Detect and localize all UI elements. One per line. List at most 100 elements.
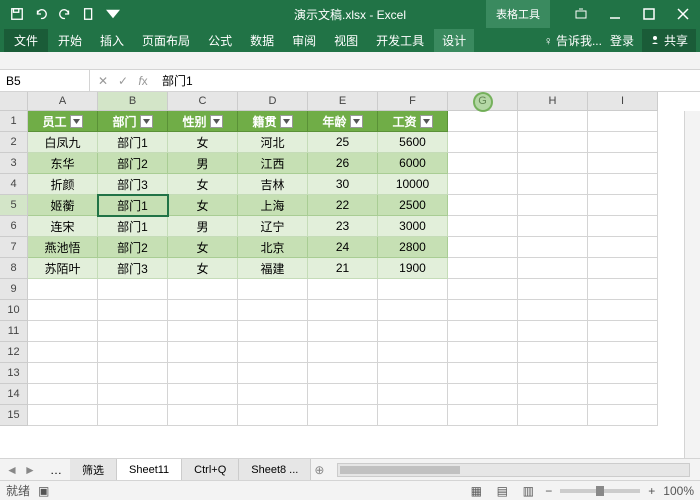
cell-B10[interactable] bbox=[98, 300, 168, 321]
cell-I2[interactable] bbox=[588, 132, 658, 153]
cell-E6[interactable]: 23 bbox=[308, 216, 378, 237]
cell-A12[interactable] bbox=[28, 342, 98, 363]
col-header-A[interactable]: A bbox=[28, 92, 98, 111]
cell-E7[interactable]: 24 bbox=[308, 237, 378, 258]
cell-G8[interactable] bbox=[448, 258, 518, 279]
filter-button[interactable] bbox=[210, 115, 223, 128]
cell-D5[interactable]: 上海 bbox=[238, 195, 308, 216]
undo-button[interactable] bbox=[30, 3, 52, 25]
row-header-13[interactable]: 13 bbox=[0, 363, 28, 384]
cell-A6[interactable]: 连宋 bbox=[28, 216, 98, 237]
cell-A14[interactable] bbox=[28, 384, 98, 405]
cell-D12[interactable] bbox=[238, 342, 308, 363]
cell-I15[interactable] bbox=[588, 405, 658, 426]
cell-G11[interactable] bbox=[448, 321, 518, 342]
cell-C4[interactable]: 女 bbox=[168, 174, 238, 195]
cell-G13[interactable] bbox=[448, 363, 518, 384]
row-header-15[interactable]: 15 bbox=[0, 405, 28, 426]
cell-I11[interactable] bbox=[588, 321, 658, 342]
col-header-D[interactable]: D bbox=[238, 92, 308, 111]
cell-E14[interactable] bbox=[308, 384, 378, 405]
cell-I7[interactable] bbox=[588, 237, 658, 258]
login-button[interactable]: 登录 bbox=[610, 32, 634, 49]
cell-D1[interactable]: 籍贯 bbox=[238, 111, 308, 132]
cell-G3[interactable] bbox=[448, 153, 518, 174]
cell-I5[interactable] bbox=[588, 195, 658, 216]
cell-H10[interactable] bbox=[518, 300, 588, 321]
cell-G9[interactable] bbox=[448, 279, 518, 300]
cell-H14[interactable] bbox=[518, 384, 588, 405]
col-header-B[interactable]: B bbox=[98, 92, 168, 111]
cell-H9[interactable] bbox=[518, 279, 588, 300]
cell-H6[interactable] bbox=[518, 216, 588, 237]
select-all-corner[interactable] bbox=[0, 92, 28, 111]
cell-G4[interactable] bbox=[448, 174, 518, 195]
cell-A10[interactable] bbox=[28, 300, 98, 321]
tab-公式[interactable]: 公式 bbox=[200, 29, 240, 52]
sheet-tab-Ctrl+Q[interactable]: Ctrl+Q bbox=[182, 459, 239, 480]
row-header-3[interactable]: 3 bbox=[0, 153, 28, 174]
cell-D13[interactable] bbox=[238, 363, 308, 384]
cell-F5[interactable]: 2500 bbox=[378, 195, 448, 216]
cell-B7[interactable]: 部门2 bbox=[98, 237, 168, 258]
cell-B3[interactable]: 部门2 bbox=[98, 153, 168, 174]
cell-C1[interactable]: 性别 bbox=[168, 111, 238, 132]
cell-C3[interactable]: 男 bbox=[168, 153, 238, 174]
file-tab[interactable]: 文件 bbox=[4, 29, 48, 52]
tab-prev-icon[interactable]: ◄ bbox=[4, 462, 20, 478]
col-header-E[interactable]: E bbox=[308, 92, 378, 111]
cell-I9[interactable] bbox=[588, 279, 658, 300]
cell-H13[interactable] bbox=[518, 363, 588, 384]
cell-C15[interactable] bbox=[168, 405, 238, 426]
cell-G14[interactable] bbox=[448, 384, 518, 405]
cell-D6[interactable]: 辽宁 bbox=[238, 216, 308, 237]
cell-C8[interactable]: 女 bbox=[168, 258, 238, 279]
row-header-2[interactable]: 2 bbox=[0, 132, 28, 153]
row-header-1[interactable]: 1 bbox=[0, 111, 28, 132]
cell-A8[interactable]: 苏陌叶 bbox=[28, 258, 98, 279]
cell-F10[interactable] bbox=[378, 300, 448, 321]
cell-E2[interactable]: 25 bbox=[308, 132, 378, 153]
filter-button[interactable] bbox=[140, 115, 153, 128]
cell-G15[interactable] bbox=[448, 405, 518, 426]
cell-D10[interactable] bbox=[238, 300, 308, 321]
cell-B9[interactable] bbox=[98, 279, 168, 300]
cell-H5[interactable] bbox=[518, 195, 588, 216]
cell-F3[interactable]: 6000 bbox=[378, 153, 448, 174]
cell-C10[interactable] bbox=[168, 300, 238, 321]
col-header-H[interactable]: H bbox=[518, 92, 588, 111]
cell-I14[interactable] bbox=[588, 384, 658, 405]
cell-B5[interactable]: 部门1 bbox=[98, 195, 168, 216]
cell-A3[interactable]: 东华 bbox=[28, 153, 98, 174]
cell-D15[interactable] bbox=[238, 405, 308, 426]
cell-C5[interactable]: 女 bbox=[168, 195, 238, 216]
cancel-formula-icon[interactable]: ✕ bbox=[94, 74, 112, 88]
cell-C2[interactable]: 女 bbox=[168, 132, 238, 153]
cell-D11[interactable] bbox=[238, 321, 308, 342]
cell-H15[interactable] bbox=[518, 405, 588, 426]
minimize-button[interactable] bbox=[598, 0, 632, 28]
cell-D4[interactable]: 吉林 bbox=[238, 174, 308, 195]
tell-me[interactable]: ♀ 告诉我... bbox=[544, 32, 602, 49]
normal-view-icon[interactable]: ▦ bbox=[467, 483, 485, 499]
tab-开始[interactable]: 开始 bbox=[50, 29, 90, 52]
zoom-level[interactable]: 100% bbox=[663, 484, 694, 498]
cell-A2[interactable]: 白凤九 bbox=[28, 132, 98, 153]
page-layout-view-icon[interactable]: ▤ bbox=[493, 483, 511, 499]
cell-I6[interactable] bbox=[588, 216, 658, 237]
cell-H12[interactable] bbox=[518, 342, 588, 363]
cell-B12[interactable] bbox=[98, 342, 168, 363]
cell-B13[interactable] bbox=[98, 363, 168, 384]
cell-C11[interactable] bbox=[168, 321, 238, 342]
cell-F14[interactable] bbox=[378, 384, 448, 405]
filter-button[interactable] bbox=[280, 115, 293, 128]
col-header-I[interactable]: I bbox=[588, 92, 658, 111]
filter-button[interactable] bbox=[420, 115, 433, 128]
cell-F12[interactable] bbox=[378, 342, 448, 363]
cell-F7[interactable]: 2800 bbox=[378, 237, 448, 258]
qat-dropdown[interactable] bbox=[102, 3, 124, 25]
cell-G12[interactable] bbox=[448, 342, 518, 363]
cell-A9[interactable] bbox=[28, 279, 98, 300]
name-box[interactable]: B5 bbox=[0, 70, 90, 91]
cell-A1[interactable]: 员工 bbox=[28, 111, 98, 132]
